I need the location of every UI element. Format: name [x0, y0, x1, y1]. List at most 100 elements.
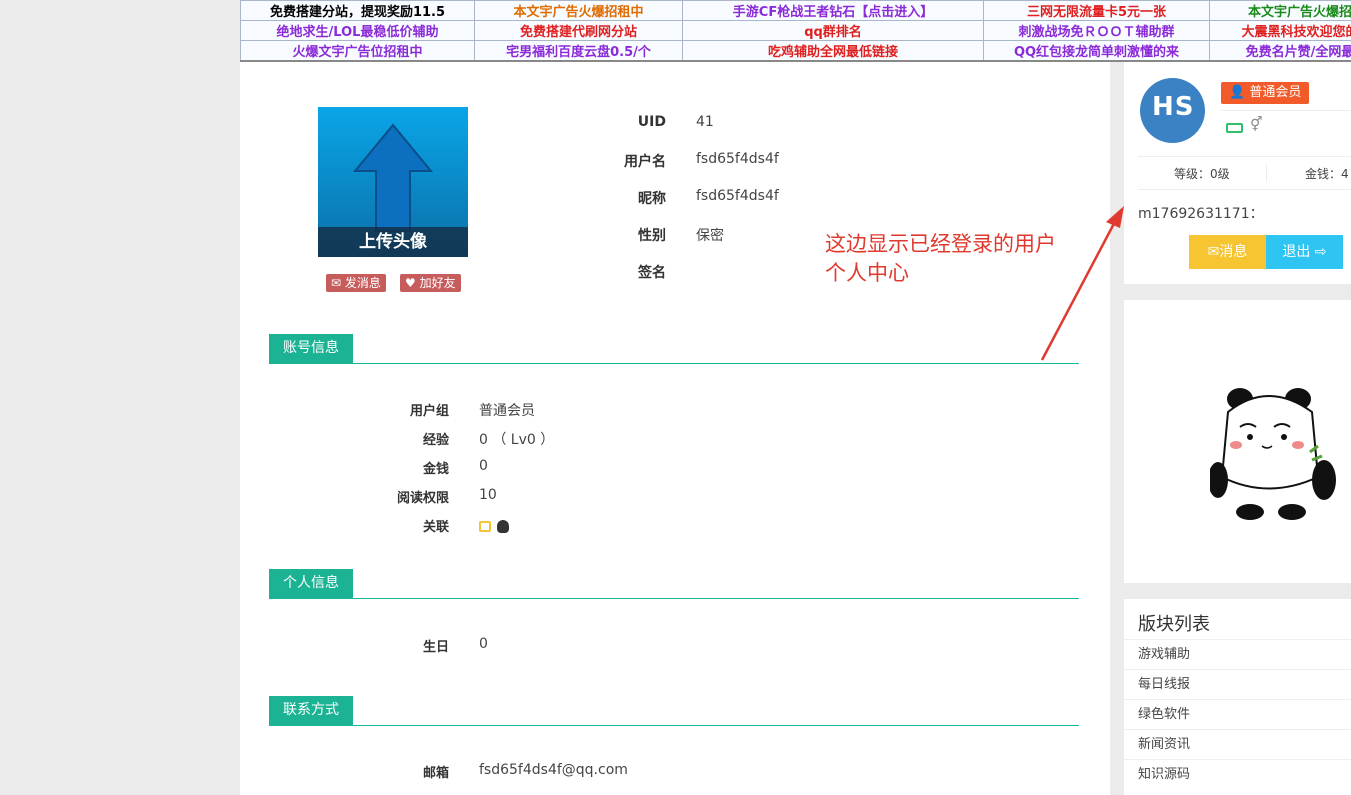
ad-link[interactable]: 宅男福利百度云盘0.5/个	[474, 40, 683, 60]
field-value: fsd65f4ds4f	[696, 188, 779, 204]
field-label: 签名	[638, 265, 666, 281]
account-row-read-permission: 阅读权限 10	[360, 487, 860, 507]
row-key: 用户组	[409, 404, 449, 419]
section-title-label: 个人信息	[269, 569, 353, 598]
message-button[interactable]: ✉消息	[1189, 235, 1266, 269]
ad-banner: 免费搭建分站，提现奖励11.5 本文宇广告火爆招租中 手游CF枪战王者钻石【点击进入…	[240, 0, 1351, 62]
row-key: 生日	[422, 640, 449, 655]
user-money: 金钱：4	[1305, 167, 1349, 181]
row-value: 普通会员	[479, 403, 535, 419]
forum-item[interactable]: 绿色软件	[1124, 699, 1351, 729]
user-card: HS 👤 普通会员 ⚥ 等级：0级 金钱：4 m17692631171： ✉消息…	[1124, 62, 1351, 284]
field-label: UID	[637, 114, 666, 130]
sidebar: HS 👤 普通会员 ⚥ 等级：0级 金钱：4 m17692631171： ✉消息…	[1124, 62, 1351, 795]
row-key: 金钱	[422, 462, 449, 477]
ad-link[interactable]: 手游CF枪战王者钻石【点击进入】	[682, 0, 984, 21]
logout-button[interactable]: 退出 ⇨	[1266, 235, 1343, 269]
linked-accounts	[479, 518, 510, 534]
ad-link[interactable]: 三网无限流量卡5元一张	[983, 0, 1210, 21]
ad-row: 免费搭建分站，提现奖励11.5 本文宇广告火爆招租中 手游CF枪战王者钻石【点击进入…	[240, 0, 1351, 21]
message-button-label: 消息	[1219, 244, 1248, 260]
row-value: 0	[479, 458, 488, 474]
logout-button-label: 退出	[1282, 244, 1311, 260]
forum-list-title: 版块列表	[1138, 614, 1210, 635]
sign-out-icon: ⇨	[1310, 244, 1327, 260]
section-title-label: 账号信息	[269, 334, 353, 363]
ad-link[interactable]: QQ红包接龙简单刺激懂的来	[983, 40, 1210, 60]
contact-row-email: 邮箱 fsd65f4ds4f@qq.com	[360, 762, 860, 782]
forum-item[interactable]: 知识源码	[1124, 759, 1351, 789]
account-row-money: 金钱 0	[360, 458, 860, 478]
mascot-card	[1124, 300, 1351, 583]
ad-link[interactable]: 吃鸡辅助全网最低链接	[682, 40, 984, 60]
add-friend-label: 加好友	[419, 276, 456, 290]
avatar-upload-caption: 上传头像	[318, 227, 468, 257]
account-row-group: 用户组 普通会员	[360, 400, 860, 420]
ad-link[interactable]: 本文宇广告火爆招	[1209, 0, 1351, 21]
avatar-upload[interactable]: 上传头像	[318, 107, 468, 257]
forum-item[interactable]: 每日线报	[1124, 669, 1351, 699]
ad-table: 免费搭建分站，提现奖励11.5 本文宇广告火爆招租中 手游CF枪战王者钻石【点击进入…	[240, 0, 1351, 60]
ad-link[interactable]: 免费搭建分站，提现奖励11.5	[240, 0, 475, 21]
row-key: 阅读权限	[396, 491, 449, 506]
heart-icon: ♥	[405, 276, 416, 290]
qq-penguin-icon[interactable]	[497, 519, 510, 533]
section-personal-title: 个人信息	[269, 569, 1079, 599]
field-value: 保密	[696, 228, 724, 244]
ad-row: 火爆文宇广告位招租中 宅男福利百度云盘0.5/个 吃鸡辅助全网最低链接 QQ红包接龙简…	[240, 40, 1351, 60]
account-row-exp: 经验 0 （ Lv0 ）	[360, 429, 860, 449]
divider	[1138, 189, 1351, 190]
forum-item[interactable]: 新闻资讯	[1124, 729, 1351, 759]
user-avatar[interactable]: HS	[1140, 78, 1205, 143]
divider	[1221, 110, 1351, 111]
add-friend-button[interactable]: ♥ 加好友	[400, 274, 461, 292]
row-key: 经验	[422, 433, 449, 448]
account-row-linked: 关联	[360, 516, 860, 536]
upload-arrow-icon	[353, 123, 433, 232]
ad-link[interactable]: 火爆文宇广告位招租中	[240, 40, 475, 60]
row-value: fsd65f4ds4f@qq.com	[479, 762, 628, 778]
ad-link[interactable]: 刺激战场免ＲＯＯＴ辅助群	[983, 20, 1210, 41]
profile-field-uid: UID 41	[600, 114, 1000, 134]
ad-link[interactable]: 大震黑科技欢迎您的	[1209, 20, 1351, 41]
panda-sticker-image	[1210, 388, 1336, 520]
envelope-icon: ✉	[331, 276, 342, 290]
ad-link[interactable]: qq群排名	[682, 20, 984, 41]
ad-link[interactable]: 本文宇广告火爆招租中	[474, 0, 683, 21]
username-line: m17692631171：	[1138, 206, 1264, 222]
field-label: 昵称	[638, 191, 666, 207]
row-value: 10	[479, 487, 497, 503]
section-contact-title: 联系方式	[269, 696, 1079, 726]
user-icon: 👤	[1229, 85, 1246, 100]
field-label: 用户名	[624, 154, 666, 170]
send-message-label: 发消息	[344, 276, 381, 290]
forum-item[interactable]: 游戏辅助	[1124, 639, 1351, 669]
profile-field-username: 用户名 fsd65f4ds4f	[600, 151, 1000, 171]
section-title-label: 联系方式	[269, 696, 353, 725]
row-value: 0	[479, 636, 488, 652]
member-badge: 👤 普通会员	[1221, 82, 1310, 104]
divider	[1138, 156, 1351, 157]
send-message-button[interactable]: ✉ 发消息	[326, 274, 386, 292]
avatar-letters: HS	[1152, 92, 1195, 122]
profile-field-nickname: 昵称 fsd65f4ds4f	[600, 188, 1000, 208]
field-value: 41	[696, 114, 714, 130]
phone-link-icon[interactable]	[479, 520, 491, 532]
profile-main: 上传头像 ✉ 发消息 ♥ 加好友 UID 41 用户名 fsd65f4ds4f 昵称…	[240, 62, 1124, 795]
annotation-note: 这边显示已经登录的用户个人中心	[825, 232, 1056, 285]
gender-icon: ⚥	[1250, 117, 1263, 133]
ad-link[interactable]: 免费名片赞/全网最	[1209, 40, 1351, 60]
field-label: 性别	[638, 228, 666, 244]
ad-row: 绝地求生/LOL最稳低价辅助 免费搭建代刷网分站 qq群排名 刺激战场免ＲＯＯＴ辅助群…	[240, 20, 1351, 41]
envelope-icon: ✉	[1207, 244, 1220, 260]
row-key: 邮箱	[422, 766, 449, 781]
row-value: 0 （ Lv0 ）	[479, 432, 555, 448]
ad-link[interactable]: 绝地求生/LOL最稳低价辅助	[240, 20, 475, 41]
ad-link[interactable]: 免费搭建代刷网分站	[474, 20, 683, 41]
personal-row-birthday: 生日 0	[360, 636, 860, 656]
field-value: fsd65f4ds4f	[696, 151, 779, 167]
mobile-bound-icon	[1226, 123, 1243, 133]
row-key: 关联	[422, 520, 449, 535]
forum-list-card: 版块列表 游戏辅助 每日线报 绿色软件 新闻资讯 知识源码	[1124, 599, 1351, 795]
user-level: 等级：0级	[1174, 167, 1230, 181]
